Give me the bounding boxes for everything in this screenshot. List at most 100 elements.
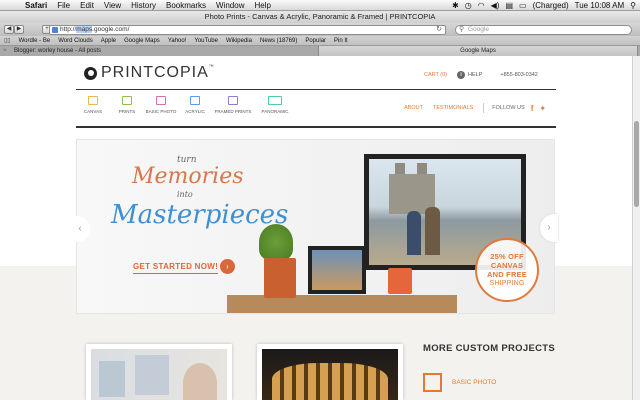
reload-icon[interactable]: ↻ — [436, 26, 442, 34]
person-figure — [425, 207, 440, 255]
header-utility: CART (0) i HELP +855-803-0342 — [424, 71, 538, 79]
colosseum-shape — [272, 363, 388, 400]
back-button[interactable]: ◀ — [4, 25, 14, 34]
category-nav: CANVAS PRINTS BASIC PHOTO ACRYLIC FRAMED… — [76, 96, 296, 114]
category-canvas[interactable]: CANVAS — [76, 96, 110, 114]
printcopia-logo[interactable]: PRINTCOPIA ™ — [84, 64, 214, 82]
category-label: CANVAS — [83, 109, 103, 114]
thumbnail-image — [91, 349, 227, 400]
category-label: ACRYLIC — [185, 109, 205, 114]
battery-status[interactable]: (Charged) — [533, 1, 569, 10]
hero-banner[interactable]: turn Memories into Masterpieces GET STAR… — [76, 139, 555, 314]
arrow-right-icon[interactable]: › — [220, 259, 235, 274]
bookmark-item[interactable]: Google Maps — [124, 38, 160, 44]
hero-memories-text: Memories — [132, 164, 244, 189]
url-rest: .google.com/ — [92, 26, 130, 33]
category-prints[interactable]: PRINTS — [110, 96, 144, 114]
small-photo — [312, 250, 362, 290]
twitter-icon[interactable]: ✦ — [539, 104, 546, 113]
search-icon: ⚲ — [459, 26, 465, 33]
about-link[interactable]: ABOUT — [404, 105, 423, 111]
testimonials-link[interactable]: TESTIMONIALS — [433, 105, 473, 111]
url-prefix: http:// — [60, 26, 77, 33]
wifi-icon[interactable]: ◠ — [478, 1, 485, 10]
bookmark-item[interactable]: Word Clouds — [58, 38, 93, 44]
wood-shelf — [227, 295, 457, 313]
facebook-icon[interactable]: f — [531, 104, 534, 113]
basic-photo-link[interactable]: BASIC PHOTO — [423, 373, 496, 392]
category-panoramic[interactable]: PANORAMIC — [254, 96, 296, 114]
bookmark-item[interactable]: Wikipedia — [226, 38, 252, 44]
forward-button[interactable]: ▶ — [14, 25, 24, 34]
battery-icon[interactable]: ▭ — [519, 1, 527, 10]
favicon-icon — [52, 27, 58, 33]
address-bar[interactable]: http://maps.google.com/ ↻ — [49, 25, 446, 35]
close-tab-icon[interactable]: × — [3, 46, 7, 56]
reading-list-icon[interactable]: ▯▯ — [4, 37, 11, 44]
prints-icon — [122, 96, 132, 105]
spotlight-icon[interactable]: ⚲ — [630, 1, 636, 10]
plant-leaves — [259, 224, 293, 260]
menu-file[interactable]: File — [57, 0, 70, 11]
category-label: PANORAMIC — [261, 109, 289, 114]
photo-tile — [99, 361, 125, 397]
project-thumbnail[interactable] — [257, 344, 403, 400]
tab-google-maps[interactable]: Google Maps — [319, 46, 638, 56]
photo-tile — [183, 363, 217, 400]
search-field[interactable]: ⚲ Google — [455, 25, 632, 35]
phone-number: +855-803-0342 — [500, 72, 538, 78]
promo-badge[interactable]: 25% OFF CANVAS AND FREE SHIPPING — [475, 238, 539, 302]
category-acrylic[interactable]: ACRYLIC — [178, 96, 212, 114]
help-link[interactable]: HELP — [468, 72, 482, 78]
bookmark-item[interactable]: Popular — [305, 38, 326, 44]
flag-icon[interactable]: ▤ — [505, 1, 513, 10]
bluetooth-icon[interactable]: ✱ — [452, 1, 459, 10]
orange-mug — [388, 268, 412, 294]
category-label: PRINTS — [118, 109, 136, 114]
timemachine-icon[interactable]: ◷ — [465, 1, 472, 10]
category-framed-prints[interactable]: FRAMED PRINTS — [212, 96, 254, 114]
follow-us-label: FOLLOW US — [492, 105, 525, 111]
photo-tile — [135, 355, 169, 395]
category-label: FRAMED PRINTS — [214, 109, 252, 114]
bookmark-item[interactable]: YouTube — [194, 38, 218, 44]
category-basic-photo[interactable]: BASIC PHOTO — [144, 96, 178, 114]
menu-help[interactable]: Help — [254, 0, 270, 11]
menu-app-safari[interactable]: Safari — [25, 0, 47, 11]
vertical-scrollbar[interactable] — [632, 56, 640, 400]
basic-photo-icon — [156, 96, 166, 105]
info-icon[interactable]: i — [457, 71, 466, 79]
menu-history[interactable]: History — [131, 0, 156, 11]
clock[interactable]: Tue 10:08 AM — [575, 1, 625, 10]
logo-mark-icon — [84, 66, 97, 80]
hero-into-text: into — [177, 190, 193, 199]
tab-bar: × Blogger: worley house - All posts Goog… — [0, 46, 640, 56]
bookmark-item[interactable]: Pin It — [334, 38, 348, 44]
tab-label: Google Maps — [460, 48, 496, 54]
hero-masterpieces-text: Masterpieces — [111, 200, 289, 230]
menu-bookmarks[interactable]: Bookmarks — [166, 0, 206, 11]
menu-edit[interactable]: Edit — [80, 0, 94, 11]
tab-blogger[interactable]: × Blogger: worley house - All posts — [0, 46, 319, 56]
small-framed-photo — [308, 246, 366, 294]
menu-window[interactable]: Window — [216, 0, 244, 11]
project-thumbnail[interactable] — [86, 344, 232, 400]
get-started-link[interactable]: GET STARTED NOW! — [133, 262, 219, 274]
badge-shipping: SHIPPING — [489, 280, 525, 287]
logo-text: PRINTCOPIA — [101, 64, 209, 81]
cart-link[interactable]: CART (0) — [424, 72, 447, 78]
scrollbar-thumb[interactable] — [634, 121, 639, 207]
badge-discount: 25% OFF — [490, 252, 524, 261]
url-selected-text: maps — [76, 26, 93, 33]
badge-and-free: AND FREE — [487, 270, 527, 279]
tab-label: Blogger: worley house - All posts — [14, 48, 102, 54]
bookmark-item[interactable]: Yahoo! — [168, 38, 187, 44]
menu-bar: Safari File Edit View History Bookmarks … — [0, 0, 640, 11]
bookmark-item[interactable]: News (18769) — [260, 38, 297, 44]
volume-icon[interactable]: ◀) — [491, 1, 500, 10]
logo-tm: ™ — [208, 64, 214, 70]
bookmark-item[interactable]: Apple — [101, 38, 116, 44]
more-projects-heading: MORE CUSTOM PROJECTS — [423, 343, 555, 354]
menu-view[interactable]: View — [104, 0, 121, 11]
bookmark-item[interactable]: Wordle - Be — [19, 38, 51, 44]
